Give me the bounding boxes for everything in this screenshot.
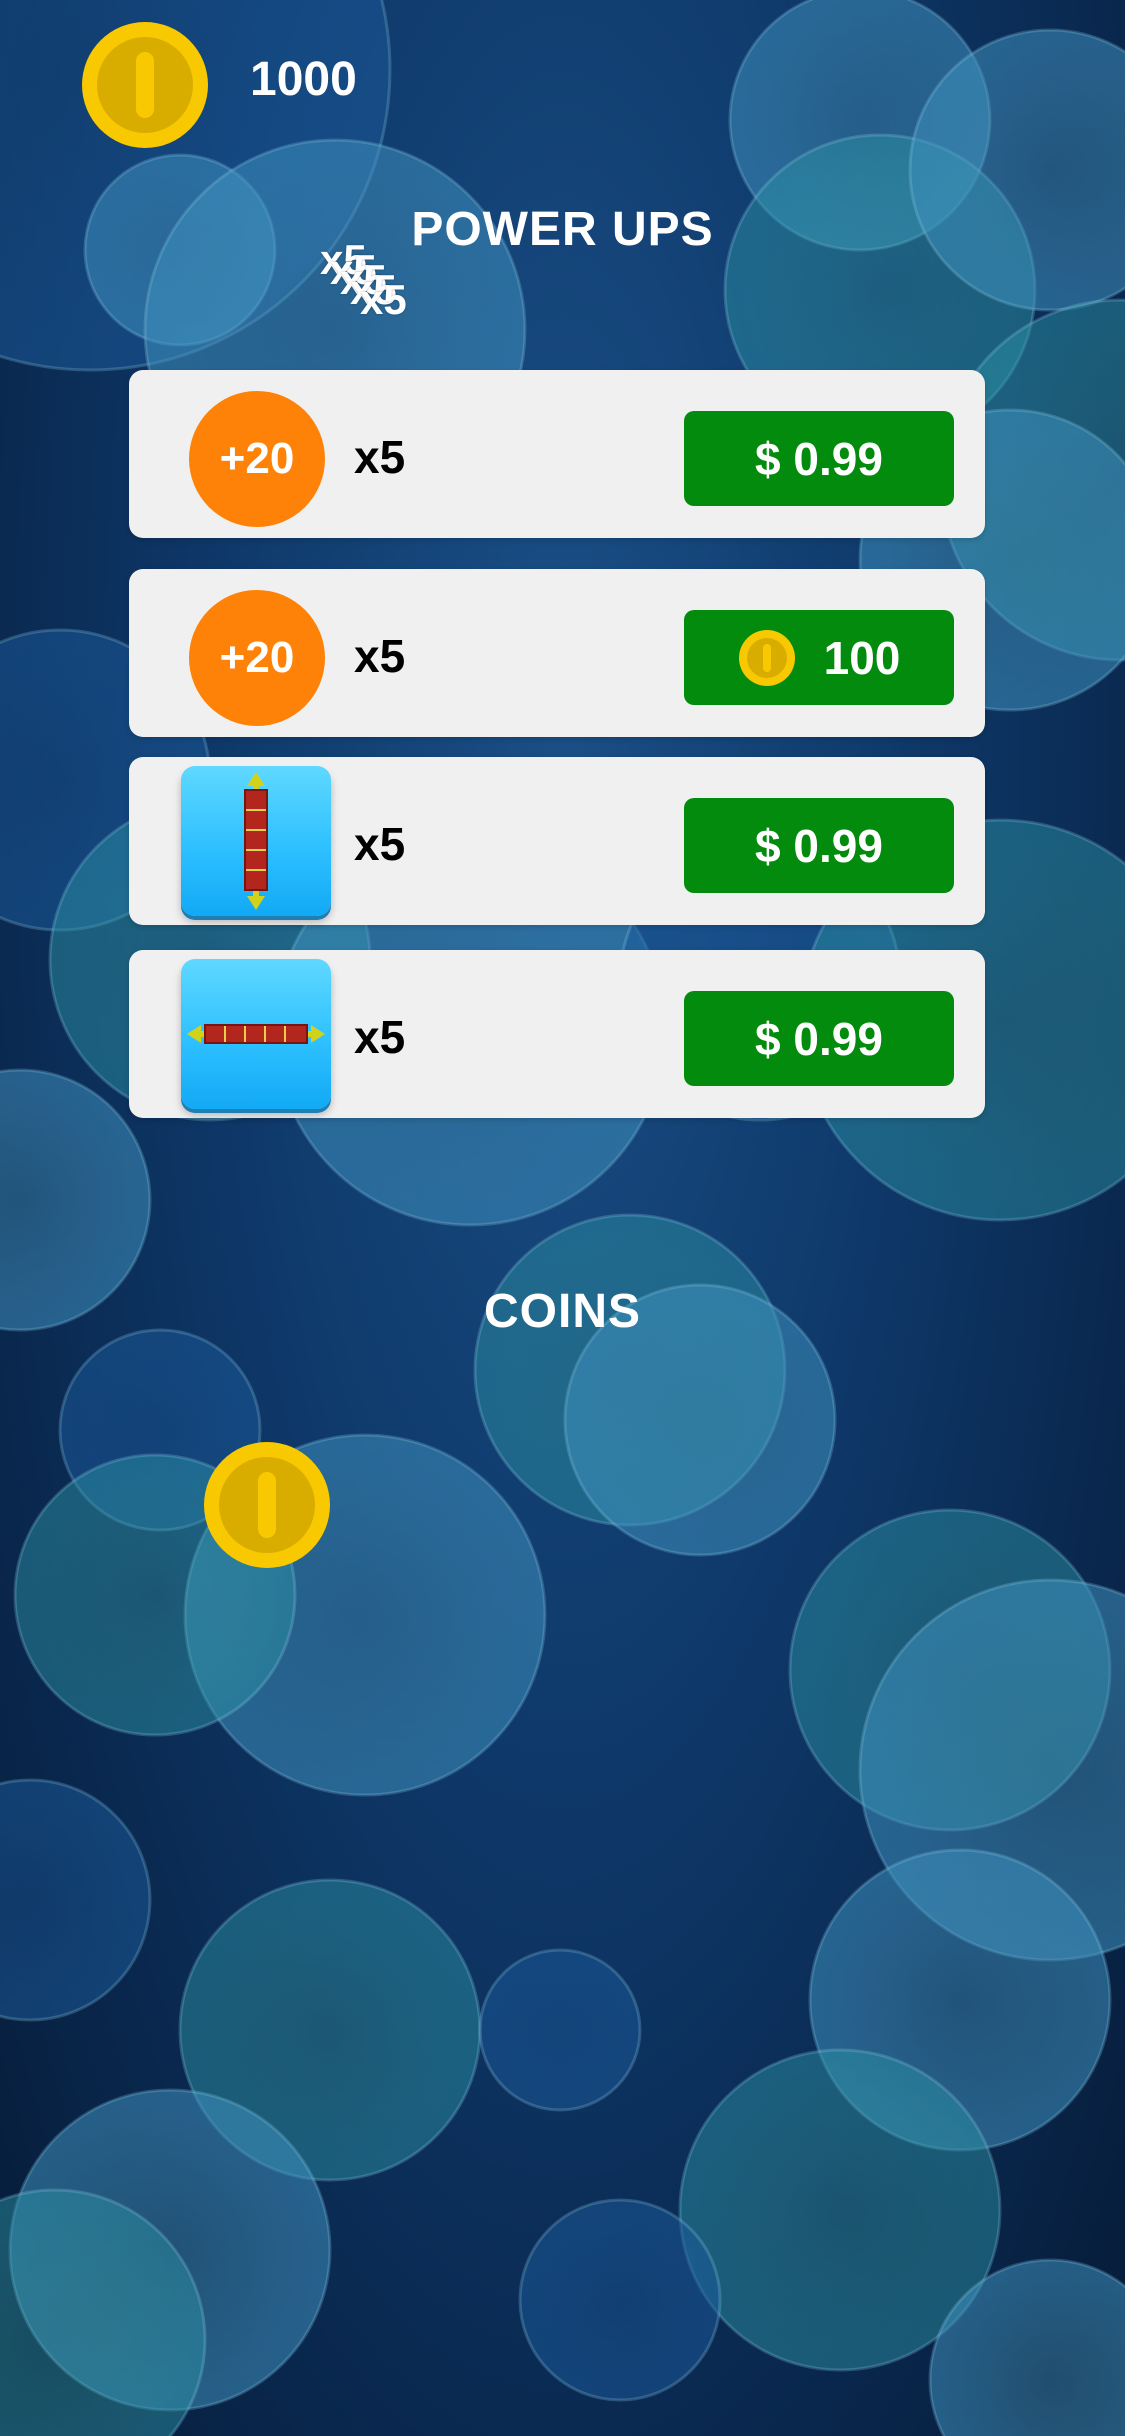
buy-button[interactable]: $ 0.99 bbox=[684, 411, 954, 506]
plus20-badge-icon: +20 bbox=[189, 391, 325, 527]
buy-with-coins-button[interactable]: 100 bbox=[684, 610, 954, 705]
coins-title: COINS bbox=[483, 1285, 641, 1338]
powerup-quantity: x5 bbox=[354, 1011, 406, 1063]
buy-button[interactable]: $ 0.99 bbox=[684, 991, 954, 1086]
powerup-quantity: x5 bbox=[354, 431, 406, 483]
powerup-row: +20 x5 $ 0.99 bbox=[129, 370, 985, 538]
powerup-quantity: x5 bbox=[354, 818, 406, 870]
vertical-bomb-icon bbox=[181, 766, 331, 916]
coin-balance: 1000 bbox=[250, 53, 357, 106]
gold-coin-icon bbox=[80, 20, 210, 150]
plus20-badge-icon: +20 bbox=[189, 590, 325, 726]
buy-button-price: $ 0.99 bbox=[755, 1012, 883, 1065]
buy-button-price: $ 0.99 bbox=[755, 819, 883, 872]
gold-coin-icon[interactable] bbox=[202, 1440, 332, 1570]
horizontal-bomb-icon bbox=[181, 959, 331, 1109]
buy-button[interactable]: $ 0.99 bbox=[684, 798, 954, 893]
overlay-glyph: x5 bbox=[360, 276, 407, 323]
buy-button-price: $ 0.99 bbox=[755, 432, 883, 485]
powerup-row: +20 x5 100 bbox=[129, 569, 985, 737]
buy-button-price: 100 bbox=[823, 631, 901, 684]
bokeh-background bbox=[0, 0, 1125, 2436]
powerup-row: x5 $ 0.99 bbox=[129, 757, 985, 925]
powerup-quantity: x5 bbox=[354, 630, 406, 682]
powerups-title: POWER UPS bbox=[411, 203, 714, 256]
stacked-quantity-overlay: x5 x5 x5 x5 x5 bbox=[320, 236, 430, 326]
gold-coin-icon bbox=[738, 629, 795, 686]
powerup-row: x5 $ 0.99 bbox=[129, 950, 985, 1118]
